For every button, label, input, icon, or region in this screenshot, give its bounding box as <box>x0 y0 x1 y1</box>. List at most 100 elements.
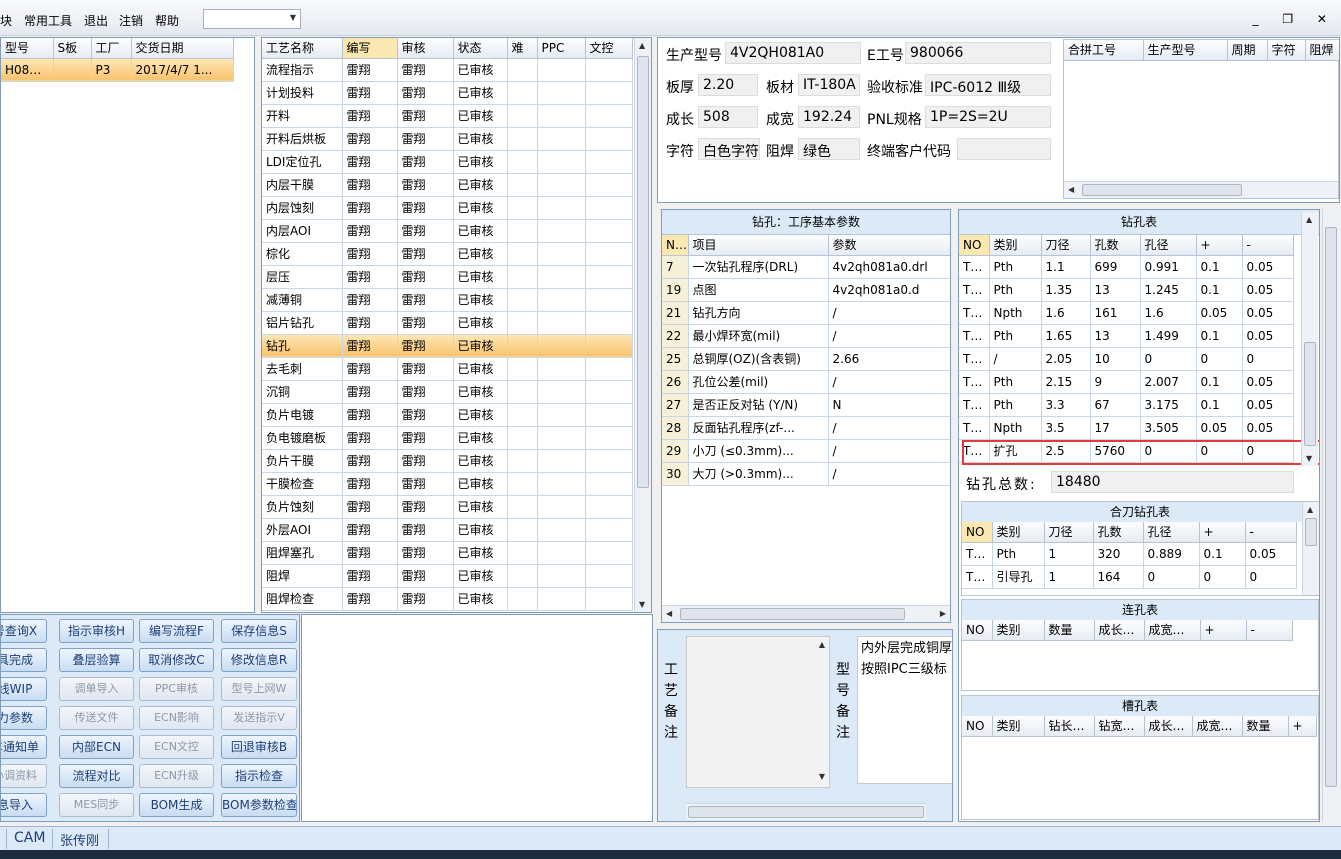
table-row[interactable]: 减薄铜 雷翔 雷翔 已审核 <box>262 288 633 312</box>
action-button[interactable]: 息导入 <box>1 793 47 817</box>
col-header[interactable]: 钻宽mm <box>1094 716 1145 737</box>
process-scrollbar[interactable]: ▲ ▼ <box>634 38 651 612</box>
col-header[interactable]: NO <box>962 716 993 737</box>
col-header[interactable]: 类别 <box>992 716 1045 737</box>
table-row[interactable]: T17 Npth 3.5 17 3.505 0.05 0.05 <box>959 416 1294 440</box>
col-header[interactable]: S板 <box>53 38 92 59</box>
action-button[interactable]: ECN文控 <box>139 735 214 759</box>
col-header[interactable]: 钻长mm <box>1044 716 1095 737</box>
col-header[interactable]: 生产型号 <box>1143 40 1228 61</box>
table-row[interactable]: 29 小刀 (≤0.3mm)... / <box>662 439 950 463</box>
menu-tools[interactable]: 常用工具 <box>24 12 72 29</box>
width-field[interactable]: 192.24 <box>798 106 860 128</box>
col-header[interactable]: 刀径 <box>1044 522 1094 543</box>
scroll-thumb[interactable] <box>680 608 905 620</box>
col-header[interactable]: NO <box>662 235 689 256</box>
model-field[interactable]: 4V2QH081A0 <box>725 42 861 64</box>
table-row[interactable]: T11 Pth 1.35 13 1.245 0.1 0.05 <box>959 278 1294 302</box>
scroll-thumb[interactable] <box>1082 184 1242 196</box>
col-header[interactable]: 孔径 <box>1140 235 1197 256</box>
table-row[interactable]: 钻孔 雷翔 雷翔 已审核 <box>262 334 633 358</box>
col-header[interactable]: + <box>1288 716 1317 737</box>
model-remark-field[interactable]: 内外层完成铜厚 按照IPC三级标 <box>857 636 952 784</box>
table-row[interactable]: 内层干膜 雷翔 雷翔 已审核 <box>262 173 633 197</box>
table-row[interactable]: 25 总铜厚(OZ)(含表铜) 2.66 <box>662 347 950 371</box>
pnl-field[interactable]: 1P=2S=2U <box>925 106 1051 128</box>
table-row[interactable]: T16 Pth 3.3 67 3.175 0.1 0.05 <box>959 393 1294 417</box>
col-header[interactable]: - <box>1246 620 1293 641</box>
action-button[interactable]: 编写流程F <box>139 619 214 643</box>
scroll-thumb[interactable] <box>1305 518 1317 546</box>
table-row[interactable]: T09 引导孔 1 164 0 0 0 <box>962 565 1297 589</box>
col-header[interactable]: 交货日期 <box>131 38 234 59</box>
action-button[interactable]: BOM参数检查 <box>221 793 297 817</box>
menu-combo[interactable]: ▼ <box>203 9 301 29</box>
table-row[interactable]: 干膜检查 雷翔 雷翔 已审核 <box>262 472 633 496</box>
col-header[interactable]: 难 <box>507 38 538 59</box>
table-row[interactable]: H081A0 P3 2017/4/7 1... <box>1 58 234 82</box>
table-row[interactable]: 计划投料 雷翔 雷翔 已审核 <box>262 81 633 105</box>
action-button[interactable]: 传送文件 <box>59 706 134 730</box>
table-row[interactable]: 22 最小焊环宽(mil) / <box>662 324 950 348</box>
combine-hscroll[interactable]: ◀ <box>1064 181 1338 198</box>
action-button[interactable]: 调单导入 <box>59 677 134 701</box>
action-button[interactable]: MES同步 <box>59 793 134 817</box>
table-row[interactable]: T12 Npth 1.6 161 1.6 0.05 0.05 <box>959 301 1294 325</box>
silkscreen-field[interactable]: 白色字符 <box>698 138 760 160</box>
action-button[interactable]: PPC审核 <box>139 677 214 701</box>
col-header[interactable]: 类别 <box>992 522 1045 543</box>
col-header[interactable]: 孔径 <box>1143 522 1200 543</box>
col-header[interactable]: 类别 <box>992 620 1045 641</box>
table-row[interactable]: LDI定位孔 雷翔 雷翔 已审核 <box>262 150 633 174</box>
craft-remark-field[interactable]: ▲ ▼ <box>686 636 830 788</box>
col-header[interactable]: 成宽mm <box>1144 620 1201 641</box>
action-button[interactable]: 修改信息R <box>221 648 297 672</box>
table-row[interactable]: 外层AOI 雷翔 雷翔 已审核 <box>262 518 633 542</box>
col-header[interactable]: 状态 <box>453 38 508 59</box>
customer-code-field[interactable] <box>957 138 1051 160</box>
col-header[interactable]: 型号 <box>1 38 54 59</box>
table-row[interactable]: 阻焊检查 雷翔 雷翔 已审核 <box>262 587 633 611</box>
scroll-thumb[interactable] <box>1304 342 1316 446</box>
action-button[interactable]: 取消修改C <box>139 648 214 672</box>
action-button[interactable]: 叠层验算 <box>59 648 134 672</box>
window-controls[interactable]: _ ❐ ✕ <box>1253 12 1337 26</box>
table-row[interactable]: 内层AOI 雷翔 雷翔 已审核 <box>262 219 633 243</box>
col-header[interactable]: NO <box>962 522 993 543</box>
menu-exit[interactable]: 退出 <box>84 12 108 29</box>
action-button[interactable]: 具完成 <box>1 648 47 672</box>
table-row[interactable]: 26 孔位公差(mil) / <box>662 370 950 394</box>
col-header[interactable]: + <box>1196 235 1243 256</box>
action-button[interactable]: 内部ECN <box>59 735 134 759</box>
col-header[interactable]: 编写 <box>342 38 398 59</box>
action-button[interactable]: ECN升级 <box>139 764 214 788</box>
table-row[interactable]: 27 是否正反对钻 (Y/N) N <box>662 393 950 417</box>
col-header[interactable]: 周期 <box>1227 40 1268 61</box>
col-header[interactable]: 成长mm <box>1144 716 1193 737</box>
action-button[interactable]: 力参数 <box>1 706 47 730</box>
col-header[interactable]: - <box>1242 235 1294 256</box>
col-header[interactable]: 审核 <box>397 38 454 59</box>
menu-help[interactable]: 帮助 <box>155 12 179 29</box>
params-hscroll[interactable]: ◀ ▶ <box>662 605 950 622</box>
table-row[interactable]: 阻焊 雷翔 雷翔 已审核 <box>262 564 633 588</box>
table-row[interactable]: T15 Pth 2.15 9 2.007 0.1 0.05 <box>959 370 1294 394</box>
col-header[interactable]: 孔数 <box>1090 235 1141 256</box>
table-row[interactable]: 开料后烘板 雷翔 雷翔 已审核 <box>262 127 633 151</box>
length-field[interactable]: 508 <box>698 106 758 128</box>
table-row[interactable]: 28 反面钻孔程序(zf-... / <box>662 416 950 440</box>
col-header[interactable]: 字符 <box>1267 40 1306 61</box>
table-row[interactable]: 流程指示 雷翔 雷翔 已审核 <box>262 58 633 82</box>
scroll-right-icon[interactable]: ▶ <box>940 609 946 618</box>
table-row[interactable]: 内层蚀刻 雷翔 雷翔 已审核 <box>262 196 633 220</box>
scroll-up-icon[interactable]: ▲ <box>819 640 825 649</box>
action-button[interactable]: 小调资料 <box>1 764 47 788</box>
table-row[interactable]: 负片电镀 雷翔 雷翔 已审核 <box>262 403 633 427</box>
col-header[interactable]: + <box>1200 620 1247 641</box>
action-button[interactable]: 发送指示V <box>221 706 297 730</box>
drill-scrollbar[interactable]: ▲ ▼ <box>1301 212 1318 466</box>
table-row[interactable]: 开料 雷翔 雷翔 已审核 <box>262 104 633 128</box>
table-row[interactable]: 沉铜 雷翔 雷翔 已审核 <box>262 380 633 404</box>
action-button[interactable]: 号查询X <box>1 619 47 643</box>
col-header[interactable]: 数量 <box>1242 716 1289 737</box>
